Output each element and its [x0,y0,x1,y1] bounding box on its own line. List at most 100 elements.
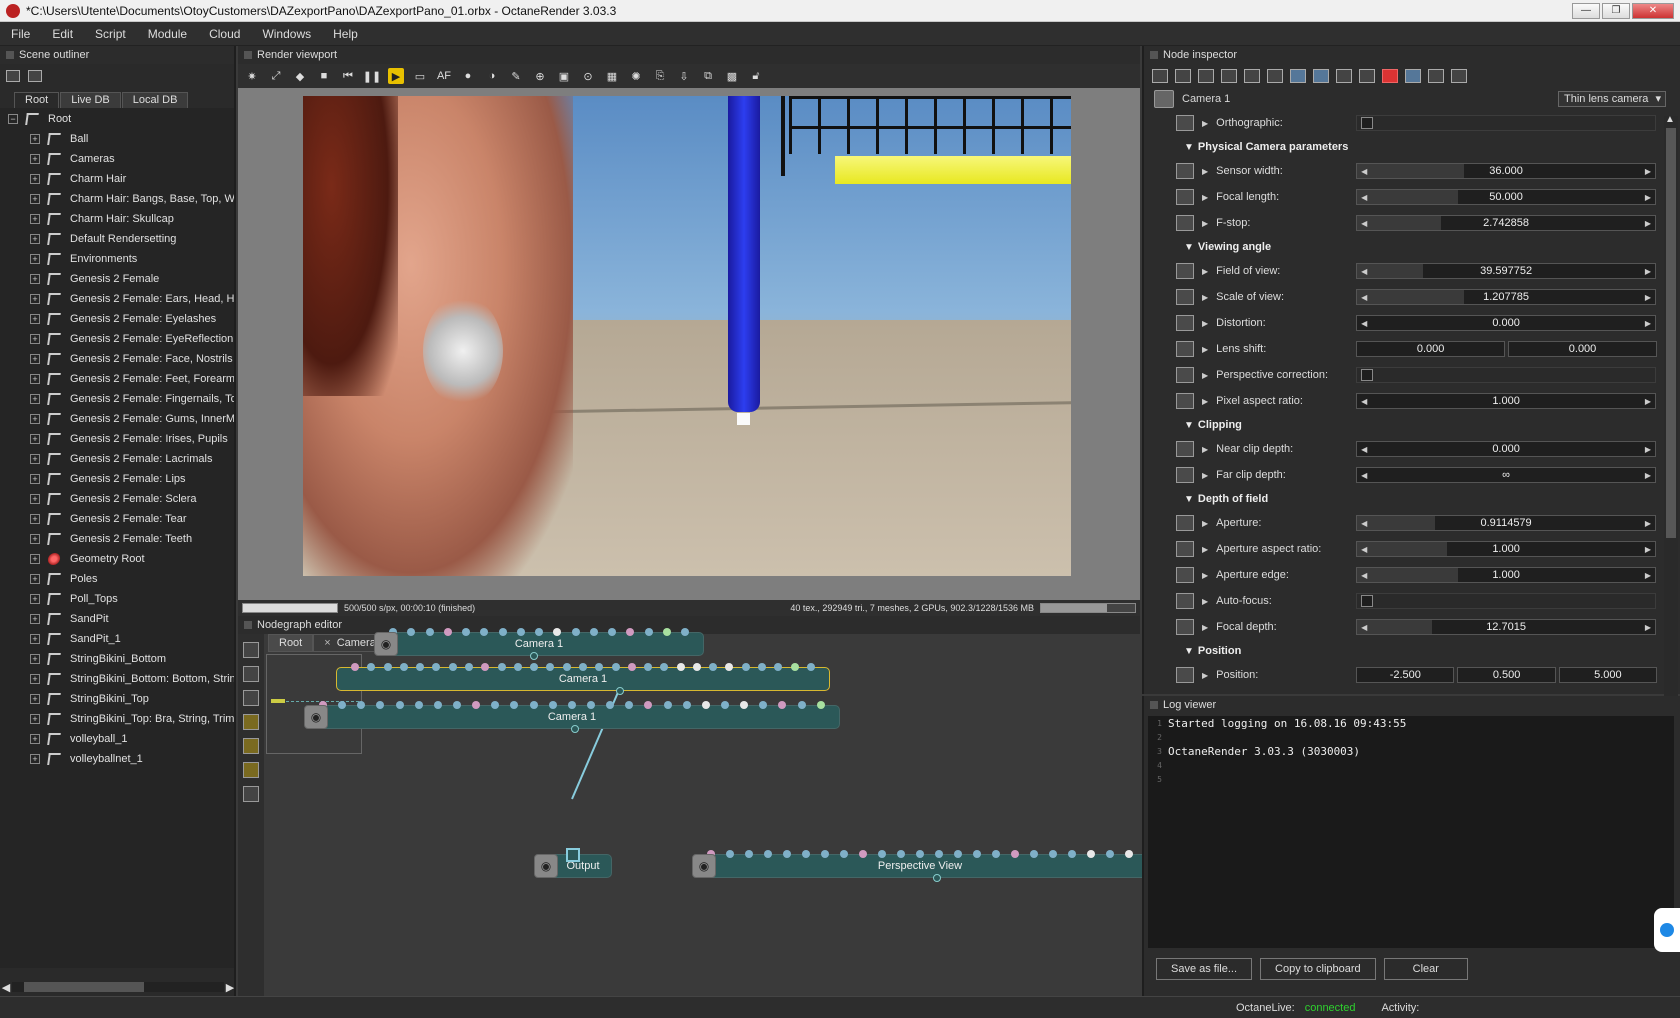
decrement-icon[interactable]: ◀ [1361,623,1367,632]
expand-icon[interactable]: + [30,434,40,444]
input-pin[interactable] [627,663,636,671]
expand-icon[interactable]: + [30,394,40,404]
decrement-icon[interactable]: ◀ [1361,293,1367,302]
increment-icon[interactable]: ▶ [1645,623,1651,632]
tree-item[interactable]: + Poles [0,569,234,589]
position-x-input[interactable]: -2.500 [1356,667,1455,683]
input-pin[interactable] [682,701,691,709]
tree-item[interactable]: + Genesis 2 Female: Eyelashes [0,309,234,329]
decrement-icon[interactable]: ◀ [1361,219,1367,228]
input-pin[interactable] [992,850,1000,858]
expand-icon[interactable]: + [30,634,40,644]
output-pin[interactable] [530,652,538,660]
input-pin[interactable] [720,701,729,709]
input-pin[interactable] [586,701,595,709]
pause-icon[interactable]: ❚❚ [363,68,381,84]
expand-all-icon[interactable] [6,70,20,82]
input-pin[interactable] [498,628,507,636]
far-clip-slider[interactable]: ◀ ∞ ▶ [1356,467,1656,483]
input-pin[interactable] [1011,850,1019,858]
pin-toggle-icon[interactable] [1176,667,1194,683]
input-pin[interactable] [535,628,543,636]
input-pin[interactable] [821,850,829,858]
pin-toggle-icon[interactable] [1176,263,1194,279]
clock-icon[interactable] [1221,69,1237,83]
input-pin[interactable] [774,663,783,671]
input-pin[interactable] [464,663,473,671]
input-pin[interactable] [663,701,672,709]
expand-arrow-icon[interactable]: ▶ [1202,193,1208,202]
decrement-icon[interactable]: ◀ [1361,193,1367,202]
distortion-slider[interactable]: ◀ 0.000 ▶ [1356,315,1656,331]
tab-live-db[interactable]: Live DB [60,92,121,108]
cube-icon[interactable]: ◆ [292,68,308,84]
input-pin[interactable] [462,628,470,636]
input-pin[interactable] [338,701,347,709]
expand-icon[interactable]: + [30,454,40,464]
tree-item[interactable]: + Charm Hair [0,169,234,189]
tree-item[interactable]: + Genesis 2 Female: Teeth [0,529,234,549]
stop-icon[interactable]: ■ [316,68,332,84]
section-clipping[interactable]: ▼ Clipping [1144,414,1660,436]
pin-toggle-icon[interactable] [1176,567,1194,583]
input-pin[interactable] [797,701,806,709]
tree-item[interactable]: + Genesis 2 Female: Face, Nostrils [0,349,234,369]
expand-arrow-icon[interactable]: ▶ [1202,319,1208,328]
input-pin[interactable] [806,663,815,671]
expand-arrow-icon[interactable]: ▶ [1202,597,1208,606]
expand-icon[interactable]: + [30,714,40,724]
save-image-icon[interactable]: ⇩ [676,68,692,84]
expand-arrow-icon[interactable]: ▶ [1202,371,1208,380]
expand-arrow-icon[interactable]: ▶ [1202,623,1208,632]
decrement-icon[interactable]: ◀ [1361,571,1367,580]
copy-image-icon[interactable]: ⎘ [652,68,668,84]
render-target-icon[interactable] [1198,69,1214,83]
image-icon[interactable] [1428,69,1444,83]
expand-arrow-icon[interactable]: ▶ [1202,293,1208,302]
section-viewing[interactable]: ▼ Viewing angle [1144,236,1660,258]
render-passes-icon[interactable]: ▩ [724,68,740,84]
input-pin[interactable] [745,850,753,858]
input-pin[interactable] [481,663,490,671]
play-icon[interactable]: ▶ [388,68,404,84]
position-z-input[interactable]: 5.000 [1558,667,1657,683]
render-image[interactable] [303,96,1071,576]
increment-icon[interactable]: ▶ [1645,319,1651,328]
input-pin[interactable] [740,701,749,709]
decrement-icon[interactable]: ◀ [1361,167,1367,176]
scroll-left-icon[interactable]: ◀ [0,981,12,994]
tree-item[interactable]: + Geometry Root [0,549,234,569]
tree-item[interactable]: + StringBikini_Bottom [0,649,234,669]
expand-arrow-icon[interactable]: ▶ [1202,119,1208,128]
increment-icon[interactable]: ▶ [1645,397,1651,406]
pin-toggle-icon[interactable] [1176,467,1194,483]
input-pin[interactable] [626,628,635,636]
tree-root[interactable]: − Root [0,109,234,129]
expand-arrow-icon[interactable]: ▶ [1202,445,1208,454]
scroll-up-icon[interactable]: ▲ [1665,114,1675,125]
input-pin[interactable] [578,663,587,671]
tree-item[interactable]: + Genesis 2 Female: Lacrimals [0,449,234,469]
autofocus-checkbox[interactable] [1361,595,1374,607]
input-pin[interactable] [1087,850,1095,858]
increment-icon[interactable]: ▶ [1645,571,1651,580]
expand-icon[interactable]: + [30,374,40,384]
input-pin[interactable] [407,628,416,636]
pin-toggle-icon[interactable] [1176,289,1194,305]
expand-icon[interactable]: + [30,294,40,304]
sensor-width-slider[interactable]: ◀ 36.000 ▶ [1356,163,1656,179]
input-pin[interactable] [954,850,962,858]
expand-icon[interactable]: + [30,334,40,344]
expand-arrow-icon[interactable]: ▶ [1202,471,1208,480]
output-pin[interactable] [933,874,941,882]
lens-shift-y-input[interactable]: 0.000 [1508,341,1657,357]
material-picker-icon[interactable]: ◑ [484,68,500,84]
decrement-icon[interactable]: ◀ [1361,471,1367,480]
input-pin[interactable] [709,663,718,671]
input-pin[interactable] [1068,850,1076,858]
expand-icon[interactable]: + [30,654,40,664]
expand-icon[interactable]: + [30,274,40,284]
scroll-thumb[interactable] [24,982,144,992]
screen-icon[interactable]: ▭ [412,68,428,84]
input-pin[interactable] [351,663,359,671]
